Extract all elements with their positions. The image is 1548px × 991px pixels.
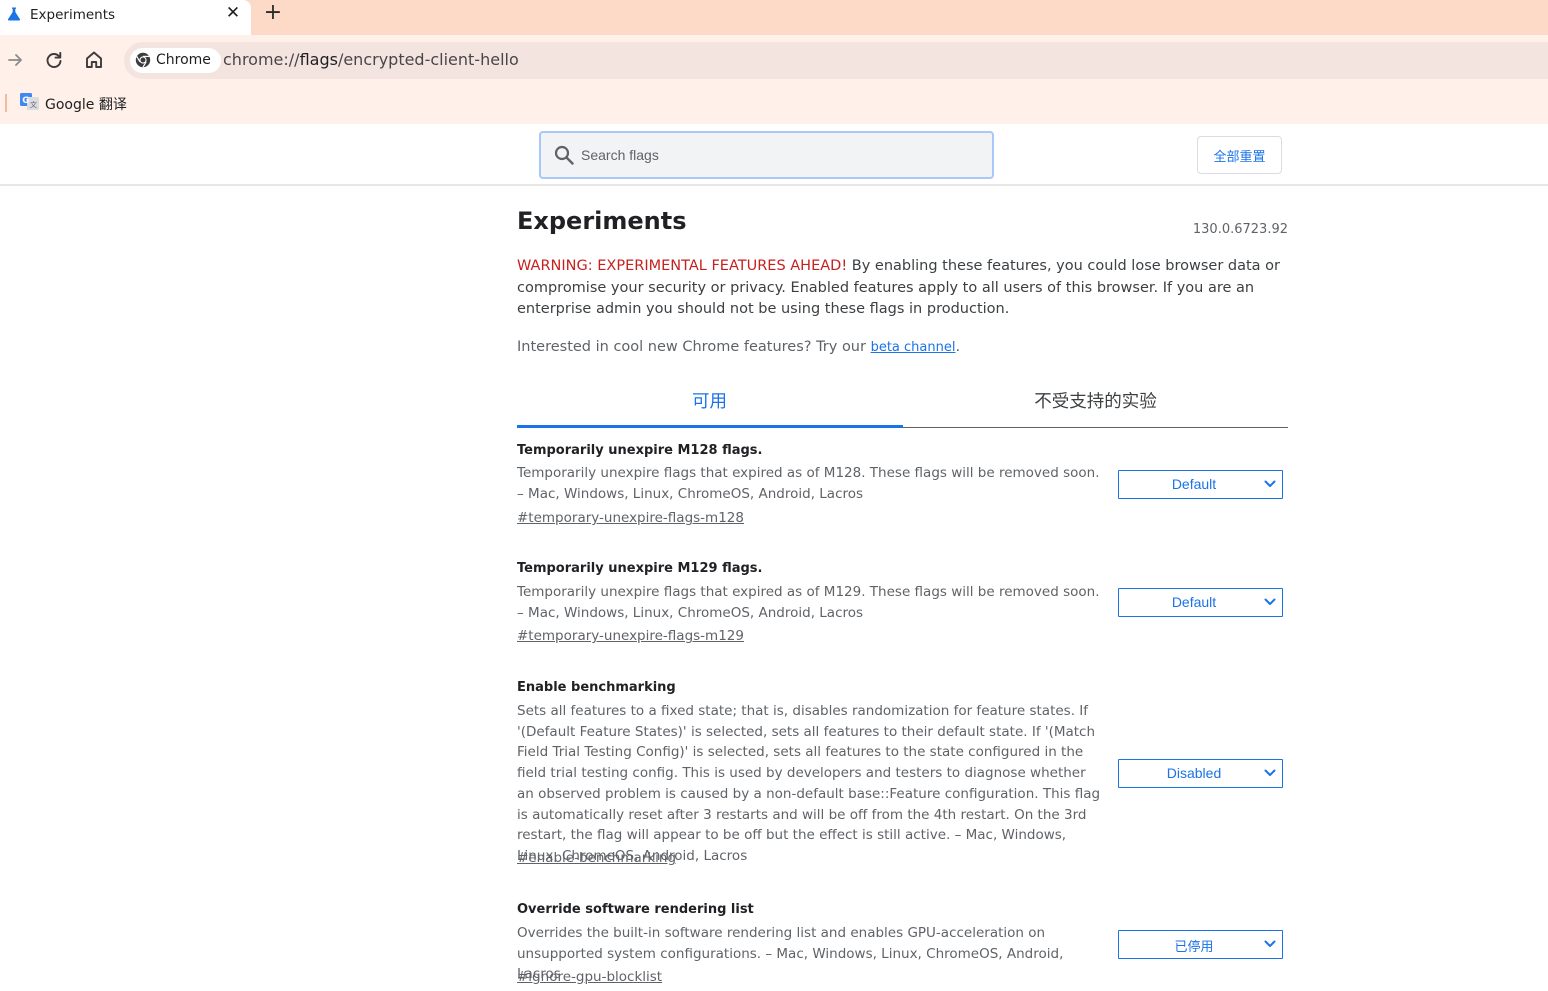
home-icon[interactable] <box>82 48 106 72</box>
url-text[interactable]: chrome://flags/encrypted-client-hello <box>223 50 519 69</box>
bookmarks-bar: G 文 Google 翻译 <box>0 87 1548 124</box>
chevron-down-icon <box>1264 940 1276 947</box>
page-title: Experiments <box>517 207 687 235</box>
tab-experiments[interactable]: Experiments ✕ <box>0 0 251 35</box>
tab-strip: Experiments ✕ + <box>0 0 1548 35</box>
flag-select-value: Disabled <box>1166 765 1222 781</box>
url-host: flags <box>299 50 338 69</box>
flag-permalink[interactable]: #temporary-unexpire-flags-m129 <box>517 628 744 644</box>
flag-name: Temporarily unexpire M128 flags. <box>517 443 763 458</box>
flask-icon <box>7 7 21 21</box>
flag-name: Override software rendering list <box>517 902 754 917</box>
chevron-down-icon <box>1264 769 1276 776</box>
beta-channel-link[interactable]: beta channel <box>871 340 956 355</box>
bookmarks-separator <box>5 94 7 112</box>
search-input[interactable] <box>581 139 981 171</box>
flag-description: Temporarily unexpire flags that expired … <box>517 584 1100 621</box>
reset-all-button[interactable]: 全部重置 <box>1197 136 1282 174</box>
flag-select[interactable]: 已停用 <box>1118 930 1283 959</box>
search-box[interactable] <box>539 131 994 179</box>
flag-item: Enable benchmarking Sets all features to… <box>517 680 1288 866</box>
search-icon <box>554 145 574 165</box>
address-bar[interactable]: Chrome chrome://flags/encrypted-client-h… <box>124 42 1548 79</box>
flag-select-value: Default <box>1171 594 1217 610</box>
flag-item: Override software rendering list Overrid… <box>517 902 1288 985</box>
flag-select-value: Default <box>1171 476 1217 492</box>
flag-permalink[interactable]: #enable-benchmarking <box>517 850 676 866</box>
svg-text:G: G <box>22 96 29 106</box>
flag-select[interactable]: Default <box>1118 470 1283 499</box>
toolbar: Chrome chrome://flags/encrypted-client-h… <box>0 35 1548 87</box>
flag-item: Temporarily unexpire M129 flags. Tempora… <box>517 561 1288 644</box>
flag-select-value: 已停用 <box>1174 940 1214 955</box>
flag-name: Temporarily unexpire M129 flags. <box>517 561 763 576</box>
flag-description: Sets all features to a fixed state; that… <box>517 703 1101 864</box>
flags-tabs: 可用 不受支持的实验 <box>517 381 1288 428</box>
bookmark-label: Google 翻译 <box>45 97 127 113</box>
plus-icon[interactable]: + <box>262 2 284 24</box>
tab-title: Experiments <box>30 7 116 23</box>
version-label: 130.0.6723.92 <box>1192 222 1288 237</box>
flag-name: Enable benchmarking <box>517 680 676 695</box>
beta-suffix: . <box>955 339 961 355</box>
security-chip-label: Chrome <box>156 52 211 68</box>
flag-select[interactable]: Disabled <box>1118 759 1283 788</box>
tab-available[interactable]: 可用 <box>517 381 902 427</box>
google-translate-icon: G 文 <box>20 93 39 110</box>
flags-header: 全部重置 <box>0 124 1548 186</box>
svg-text:文: 文 <box>30 100 37 109</box>
beta-prefix: Interested in cool new Chrome features? … <box>517 339 871 355</box>
flag-permalink[interactable]: #ignore-gpu-blocklist <box>517 969 662 985</box>
url-scheme: chrome:// <box>223 50 300 69</box>
chrome-icon <box>135 52 151 68</box>
tab-indicator <box>517 425 903 428</box>
url-path: /encrypted-client-hello <box>337 50 519 69</box>
tab-unavailable[interactable]: 不受支持的实验 <box>903 381 1288 427</box>
flag-select[interactable]: Default <box>1118 588 1283 617</box>
flag-item: Temporarily unexpire M128 flags. Tempora… <box>517 443 1288 526</box>
security-chip[interactable]: Chrome <box>130 48 221 73</box>
flag-permalink[interactable]: #temporary-unexpire-flags-m128 <box>517 510 744 526</box>
close-icon[interactable]: ✕ <box>224 4 242 22</box>
chevron-down-icon <box>1264 480 1276 487</box>
chevron-down-icon <box>1264 598 1276 605</box>
flag-description: Temporarily unexpire flags that expired … <box>517 465 1100 502</box>
warning-heading: WARNING: EXPERIMENTAL FEATURES AHEAD! <box>517 258 848 274</box>
reload-icon[interactable] <box>42 48 66 72</box>
beta-channel-note: Interested in cool new Chrome features? … <box>517 339 960 355</box>
forward-icon[interactable] <box>3 48 27 72</box>
warning-message: WARNING: EXPERIMENTAL FEATURES AHEAD! By… <box>517 256 1288 321</box>
